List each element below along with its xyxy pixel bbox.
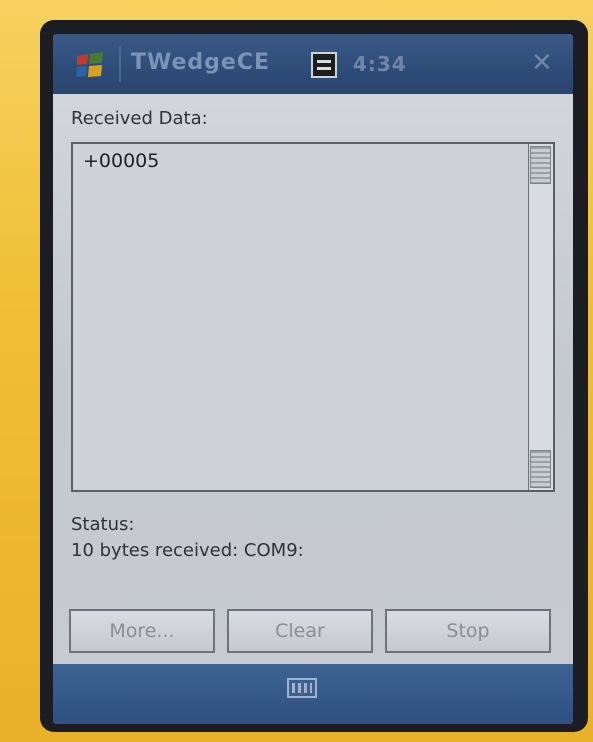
- device-screen: TWedgeCE 4:34 ✕ Received Data: +00005 St…: [53, 34, 573, 724]
- close-icon[interactable]: ✕: [531, 48, 553, 78]
- keyboard-icon[interactable]: [287, 678, 317, 698]
- title-bar: TWedgeCE 4:34 ✕: [53, 34, 573, 94]
- stop-button[interactable]: Stop: [385, 609, 551, 653]
- scroll-up-handle[interactable]: [530, 146, 551, 184]
- status-message: 10 bytes received: COM9:: [71, 540, 304, 561]
- received-data-textarea[interactable]: +00005: [71, 142, 555, 492]
- vertical-scrollbar[interactable]: [528, 144, 553, 490]
- scroll-down-handle[interactable]: [530, 450, 551, 488]
- main-content: Received Data: +00005 Status: 10 bytes r…: [53, 94, 573, 664]
- received-data-value: +00005: [83, 150, 160, 172]
- windows-flag-icon[interactable]: [75, 50, 105, 80]
- clock[interactable]: 4:34: [353, 52, 407, 76]
- app-title: TWedgeCE: [131, 50, 271, 75]
- menu-bar: [53, 664, 573, 724]
- title-separator: [119, 46, 121, 82]
- received-data-label: Received Data:: [71, 108, 208, 129]
- status-label: Status:: [71, 514, 135, 535]
- more-button[interactable]: More...: [69, 609, 215, 653]
- clear-button[interactable]: Clear: [227, 609, 373, 653]
- connectivity-icon[interactable]: [311, 52, 337, 78]
